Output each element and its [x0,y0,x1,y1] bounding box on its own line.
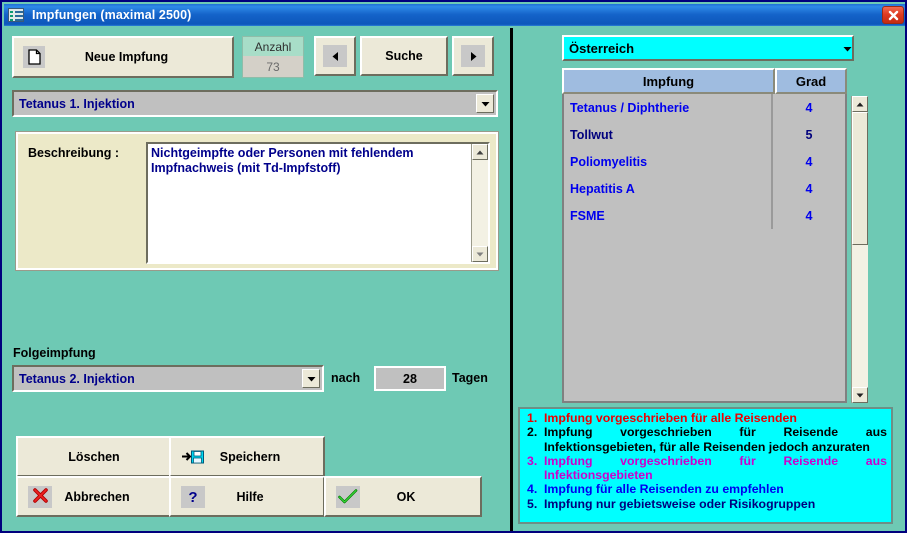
help-button[interactable]: ? Hilfe [169,476,325,517]
table-scroll-track[interactable] [852,245,868,387]
table-row[interactable]: Poliomyelitis4 [564,148,845,175]
count-value: 73 [243,56,303,77]
legend-item: 5.Impfung nur gebietsweise oder Risikogr… [524,497,887,511]
document-icon [23,46,45,68]
table-scrollbar[interactable] [851,96,868,403]
window-title: Impfungen (maximal 2500) [32,8,191,22]
ok-button-label: OK [360,490,480,504]
description-text: Nichtgeimpfte oder Personen mit fehlende… [148,144,471,262]
vaccination-select-value: Tetanus 1. Injektion [14,97,476,111]
cancel-button-label: Abbrechen [52,490,170,504]
cell-grad: 4 [773,182,845,196]
table-row[interactable]: Hepatitis A4 [564,175,845,202]
table-scroll-thumb[interactable] [852,112,868,245]
nach-label: nach [331,371,360,385]
cell-grad: 4 [773,155,845,169]
cell-impfung: Tetanus / Diphtherie [564,94,773,121]
vaccination-table: Impfung Grad Tetanus / Diphtherie4Tollwu… [562,68,847,403]
new-vaccination-label: Neue Impfung [45,50,232,64]
description-scrollbar[interactable] [471,144,488,262]
save-button-label: Speichern [205,450,323,464]
legend-text: Impfung vorgeschrieben für Reisende aus … [544,454,887,483]
help-button-label: Hilfe [205,490,323,504]
right-arrow-icon [461,45,485,67]
vaccination-select[interactable]: Tetanus 1. Injektion [12,90,498,117]
save-button[interactable]: Speichern [169,436,325,477]
chevron-down-icon[interactable] [843,39,852,57]
followup-select[interactable]: Tetanus 2. Injektion [12,365,324,392]
scroll-up-icon[interactable] [472,144,488,160]
legend-text: Impfung für alle Reisenden zu empfehlen [544,482,887,496]
description-textarea[interactable]: Nichtgeimpfte oder Personen mit fehlende… [146,142,490,264]
save-disk-icon [181,446,205,468]
legend-text: Impfung vorgeschrieben für alle Reisende… [544,411,887,425]
country-select[interactable]: Österreich [562,35,854,61]
days-value: 28 [403,372,417,386]
cell-grad: 4 [773,209,845,223]
description-scroll-track[interactable] [472,160,488,246]
delete-button[interactable]: Löschen [16,436,172,477]
cell-impfung: FSME [564,202,773,229]
question-mark-icon: ? [181,486,205,508]
next-button[interactable] [452,36,494,76]
chevron-down-icon[interactable] [302,369,320,388]
legend-item: 4.Impfung für alle Reisenden zu empfehle… [524,482,887,496]
search-button[interactable]: Suche [360,36,448,76]
ok-button[interactable]: OK [324,476,482,517]
svg-text:?: ? [188,489,197,505]
vaccination-dialog-window: Impfungen (maximal 2500) Neue Impfung An… [0,0,907,533]
legend-number: 2. [524,425,544,454]
cell-impfung: Hepatitis A [564,175,773,202]
search-button-label: Suche [385,49,423,63]
left-panel: Neue Impfung Anzahl 73 Suche Tetanus 1. … [4,28,510,531]
delete-button-label: Löschen [68,450,119,464]
legend-number: 4. [524,482,544,496]
scroll-down-icon[interactable] [472,246,488,262]
legend-number: 3. [524,454,544,483]
scroll-up-icon[interactable] [852,96,868,112]
cell-impfung: Poliomyelitis [564,148,773,175]
chevron-down-icon[interactable] [476,94,494,113]
country-select-value: Österreich [564,41,843,56]
tagen-label: Tagen [452,371,488,385]
new-vaccination-button[interactable]: Neue Impfung [12,36,234,78]
days-field[interactable]: 28 [374,366,446,391]
followup-select-value: Tetanus 2. Injektion [14,372,302,386]
description-group: Beschreibung : Nichtgeimpfte oder Person… [16,132,498,270]
table-header-row: Impfung Grad [562,68,847,94]
previous-button[interactable] [314,36,356,76]
table-row[interactable]: Tollwut5 [564,121,845,148]
count-label: Anzahl [255,40,292,54]
right-panel: Österreich Impfung Grad Tetanus / Diphth… [513,28,905,531]
grade-legend: 1.Impfung vorgeschrieben für alle Reisen… [518,407,893,524]
table-body: Tetanus / Diphtherie4Tollwut5Poliomyelit… [562,94,847,403]
red-x-icon [28,486,52,508]
column-header-grad: Grad [775,68,847,94]
legend-item: 3.Impfung vorgeschrieben für Reisende au… [524,454,887,483]
legend-item: 2.Impfung vorgeschrieben für Reisende au… [524,425,887,454]
table-row[interactable]: FSME4 [564,202,845,229]
legend-text: Impfung vorgeschrieben für Reisende aus … [544,425,887,454]
list-form-icon [8,8,24,22]
count-display: Anzahl 73 [242,36,304,78]
legend-text: Impfung nur gebietsweise oder Risikogrup… [544,497,887,511]
table-row[interactable]: Tetanus / Diphtherie4 [564,94,845,121]
cancel-button[interactable]: Abbrechen [16,476,172,517]
cell-impfung: Tollwut [564,121,773,148]
cell-grad: 4 [773,101,845,115]
legend-item: 1.Impfung vorgeschrieben für alle Reisen… [524,411,887,425]
green-check-icon [336,486,360,508]
column-header-impfung: Impfung [562,68,775,94]
left-arrow-icon [323,45,347,67]
cell-grad: 5 [773,128,845,142]
legend-number: 5. [524,497,544,511]
scroll-down-icon[interactable] [852,387,868,403]
followup-label: Folgeimpfung [13,346,96,360]
description-label: Beschreibung : [28,146,119,160]
titlebar: Impfungen (maximal 2500) [4,4,907,26]
legend-number: 1. [524,411,544,425]
close-icon[interactable] [882,6,904,24]
